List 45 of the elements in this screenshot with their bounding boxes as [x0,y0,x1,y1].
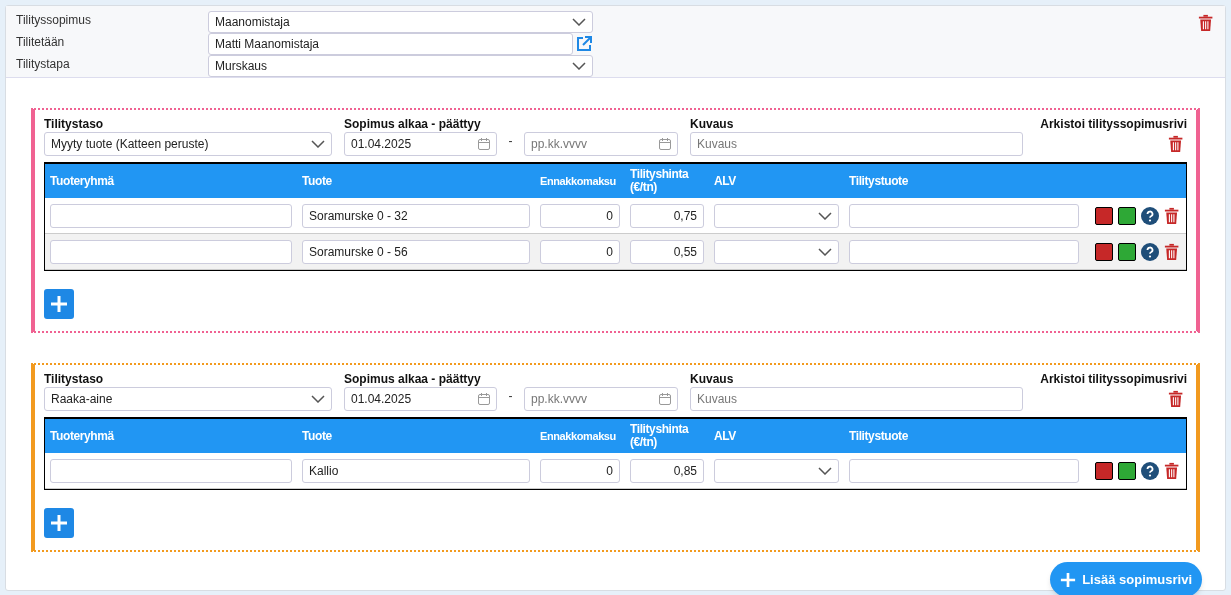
column-header: ALV [714,429,737,443]
field-label: Kuvaus [690,116,735,132]
date-separator: - [507,133,514,150]
column-header: Ennakkomaksu [540,429,617,443]
date-field[interactable]: pp.kk.vvvv [524,132,678,156]
column-header: Ennakkomaksu [540,174,617,188]
product-field[interactable]: Soramurske 0 - 56 [302,239,530,264]
column-header: Tuoteryhmä [50,429,116,443]
advance-field[interactable]: 0 [540,458,620,483]
date-field[interactable]: 01.04.2025 [344,387,497,411]
field-label: Sopimus alkaa - päättyy [344,116,482,132]
column-header: Tilitystuote [849,429,909,443]
date-field[interactable]: pp.kk.vvvv [524,387,678,411]
column-header: Tilitystuote [849,174,909,188]
archive-label: Arkistoi tilityssopimusrivi [1040,116,1187,132]
input-field[interactable]: Matti Maanomistaja [208,33,573,55]
archive-label: Arkistoi tilityssopimusrivi [1040,371,1187,387]
select-field[interactable]: Raaka-aine [44,387,332,411]
select-field[interactable]: Maanomistaja [208,11,593,33]
column-header: Tuote [302,429,333,443]
advance-field[interactable]: 0 [540,203,620,228]
description-field[interactable]: Kuvaus [690,387,1023,411]
column-header: ALV [714,174,737,188]
column-header: Tuoteryhmä [50,174,116,188]
description-field[interactable]: Kuvaus [690,132,1023,156]
date-field[interactable]: 01.04.2025 [344,132,497,156]
field-label: Tilitetään [16,34,66,51]
price-field[interactable]: 0,85 [630,458,704,483]
product-field[interactable]: Kallio [302,458,530,483]
select-field[interactable]: Myyty tuote (Katteen peruste) [44,132,332,156]
field-label: Sopimus alkaa - päättyy [344,371,482,387]
field-label: Tilitystaso [44,371,105,387]
price-field[interactable]: 0,55 [630,239,704,264]
field-label: Tilitystapa [16,56,71,73]
field-label: Tilityssopimus [16,12,92,29]
field-label: Kuvaus [690,371,735,387]
advance-field[interactable]: 0 [540,239,620,264]
date-separator: - [507,388,514,405]
column-header: Tilityshinta (€/tn) [630,423,690,449]
column-header: Tilityshinta (€/tn) [630,168,690,194]
product-field[interactable]: Soramurske 0 - 32 [302,203,530,228]
price-field[interactable]: 0,75 [630,203,704,228]
column-header: Tuote [302,174,333,188]
select-field[interactable]: Murskaus [208,55,593,77]
field-label: Tilitystaso [44,116,105,132]
